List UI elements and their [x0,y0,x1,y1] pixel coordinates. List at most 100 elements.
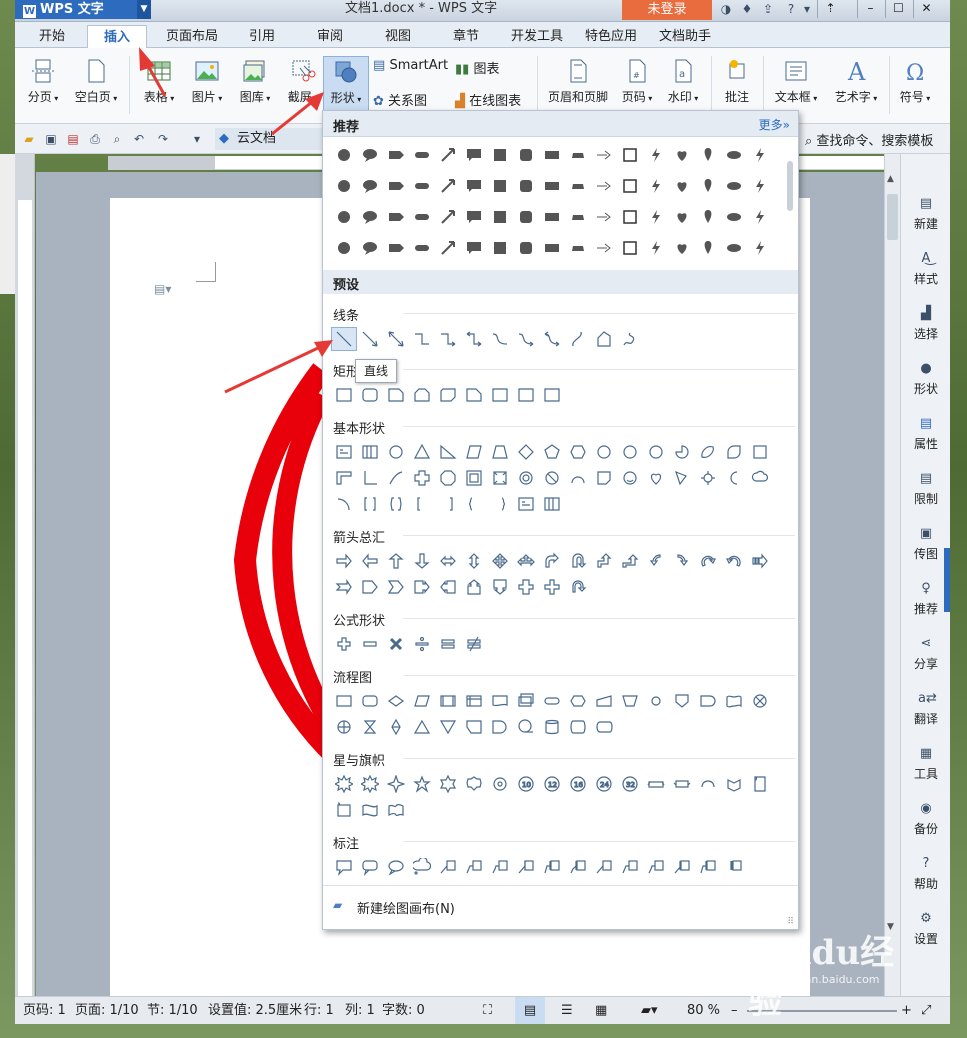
star-shape-icon[interactable] [461,772,487,796]
star-shape-icon[interactable] [409,772,435,796]
panel-select[interactable]: ▟ 选择 [901,306,951,342]
basic-shape-icon[interactable] [669,466,695,490]
rec-shape-icon[interactable] [513,236,539,260]
star-shape-icon[interactable] [357,772,383,796]
basic-shape-icon[interactable] [435,466,461,490]
rec-shape-icon[interactable] [357,174,383,198]
callout-shape-icon[interactable] [695,855,721,879]
flow-shape-icon[interactable] [487,715,513,739]
outline-view-icon[interactable]: ☰ [561,997,573,1024]
rec-shape-icon[interactable] [721,143,747,167]
fullscreen-icon[interactable]: ⛶ [483,997,492,1024]
basic-shape-icon[interactable] [617,440,643,464]
star-shape-icon[interactable] [643,772,669,796]
arrow-shape-icon[interactable] [487,549,513,573]
rec-shape-icon[interactable] [669,236,695,260]
rect-shape-icon[interactable] [539,383,565,407]
rec-shape-icon[interactable] [357,143,383,167]
callout-shape-icon[interactable] [617,855,643,879]
basic-shape-icon[interactable] [695,440,721,464]
rect-shape-icon[interactable] [513,383,539,407]
callout-shape-icon[interactable] [565,855,591,879]
lines-shape-icon[interactable] [409,327,435,351]
basic-shape-icon[interactable] [331,466,357,490]
flow-shape-icon[interactable] [461,689,487,713]
callout-shape-icon[interactable] [539,855,565,879]
panel-shape[interactable]: ● 形状 [901,361,951,397]
rec-shape-icon[interactable] [539,143,565,167]
eq-shape-icon[interactable] [383,632,409,656]
rec-shape-icon[interactable] [513,174,539,198]
star-shape-icon[interactable] [383,772,409,796]
arrow-shape-icon[interactable] [565,575,591,599]
arrow-shape-icon[interactable] [461,549,487,573]
callout-shape-icon[interactable] [487,855,513,879]
basic-shape-icon[interactable] [435,492,461,516]
flow-shape-icon[interactable] [591,689,617,713]
rect-shape-icon[interactable] [409,383,435,407]
flow-shape-icon[interactable] [721,689,747,713]
eq-shape-icon[interactable] [461,632,487,656]
panel-restrict[interactable]: ▤ 限制 [901,471,951,507]
flow-shape-icon[interactable] [591,715,617,739]
lines-shape-icon[interactable] [539,327,565,351]
recommended-scrollbar[interactable] [786,147,794,267]
basic-shape-icon[interactable] [747,466,773,490]
rect-shape-icon[interactable] [487,383,513,407]
panel-backup[interactable]: ◉ 备份 [901,801,951,837]
rec-shape-icon[interactable] [591,236,617,260]
basic-shape-icon[interactable] [383,440,409,464]
arrow-shape-icon[interactable] [383,549,409,573]
rec-shape-icon[interactable] [643,236,669,260]
rec-shape-icon[interactable] [617,205,643,229]
basic-shape-icon[interactable] [565,466,591,490]
basic-shape-icon[interactable] [669,440,695,464]
flow-shape-icon[interactable] [357,689,383,713]
page-view-icon[interactable]: ▤ [515,997,545,1024]
rec-shape-icon[interactable] [695,236,721,260]
eq-shape-icon[interactable] [331,632,357,656]
rec-shape-icon[interactable] [383,174,409,198]
rec-shape-icon[interactable] [383,205,409,229]
star-shape-icon[interactable]: 12 [539,772,565,796]
arrow-shape-icon[interactable] [357,549,383,573]
arrow-shape-icon[interactable] [513,549,539,573]
star-shape-icon[interactable] [669,772,695,796]
basic-shape-icon[interactable] [461,492,487,516]
rec-shape-icon[interactable] [643,174,669,198]
flow-shape-icon[interactable] [383,689,409,713]
lines-shape-icon[interactable] [513,327,539,351]
rec-shape-icon[interactable] [331,205,357,229]
star-shape-icon[interactable]: 16 [565,772,591,796]
rec-shape-icon[interactable] [539,174,565,198]
rec-shape-icon[interactable] [487,174,513,198]
star-shape-icon[interactable] [721,772,747,796]
basic-shape-icon[interactable] [591,440,617,464]
panel-style[interactable]: A͜ 样式 [901,251,951,287]
arrow-shape-icon[interactable] [409,549,435,573]
eq-shape-icon[interactable] [409,632,435,656]
basic-shape-icon[interactable] [383,492,409,516]
rec-shape-icon[interactable] [383,236,409,260]
rec-shape-icon[interactable] [617,143,643,167]
new-canvas-button[interactable]: ▰ 新建绘图画布(N) ⠿ [323,885,798,929]
arrow-shape-icon[interactable] [435,549,461,573]
flow-shape-icon[interactable] [513,715,539,739]
panel-properties[interactable]: ▤ 属性 [901,416,951,452]
arrow-shape-icon[interactable] [695,549,721,573]
basic-shape-icon[interactable] [461,440,487,464]
star-shape-icon[interactable] [747,772,773,796]
callout-shape-icon[interactable] [357,855,383,879]
arrow-shape-icon[interactable] [357,575,383,599]
lines-shape-icon[interactable] [617,327,643,351]
arrow-shape-icon[interactable] [513,575,539,599]
rec-shape-icon[interactable] [669,205,695,229]
star-shape-icon[interactable]: 32 [617,772,643,796]
rec-shape-icon[interactable] [617,174,643,198]
flow-shape-icon[interactable] [565,689,591,713]
lines-shape-icon[interactable] [383,327,409,351]
star-shape-icon[interactable] [695,772,721,796]
rec-shape-icon[interactable] [513,205,539,229]
panel-new[interactable]: ▤ 新建 [901,196,951,232]
basic-shape-icon[interactable] [695,466,721,490]
